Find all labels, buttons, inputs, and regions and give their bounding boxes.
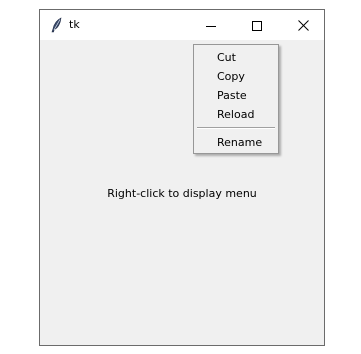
window-title: tk — [69, 18, 80, 31]
close-icon — [297, 16, 309, 35]
menu-item-copy[interactable]: Copy — [196, 67, 276, 86]
feather-icon — [50, 17, 64, 33]
hint-label: Right-click to display menu — [107, 187, 257, 200]
menu-item-cut[interactable]: Cut — [196, 48, 276, 67]
title-bar[interactable]: tk — [40, 10, 324, 40]
close-button[interactable] — [280, 10, 326, 40]
tk-window: tk Right-click to display menu — [39, 9, 325, 346]
menu-separator — [197, 127, 275, 129]
menu-item-reload[interactable]: Reload — [196, 105, 276, 124]
menu-item-rename[interactable]: Rename — [196, 133, 276, 152]
maximize-icon — [252, 16, 262, 35]
minimize-button[interactable] — [188, 10, 234, 40]
client-area[interactable]: Right-click to display menu — [40, 40, 324, 345]
minimize-icon — [206, 16, 216, 35]
menu-item-paste[interactable]: Paste — [196, 86, 276, 105]
maximize-button[interactable] — [234, 10, 280, 40]
context-menu: Cut Copy Paste Reload Rename — [193, 44, 279, 154]
